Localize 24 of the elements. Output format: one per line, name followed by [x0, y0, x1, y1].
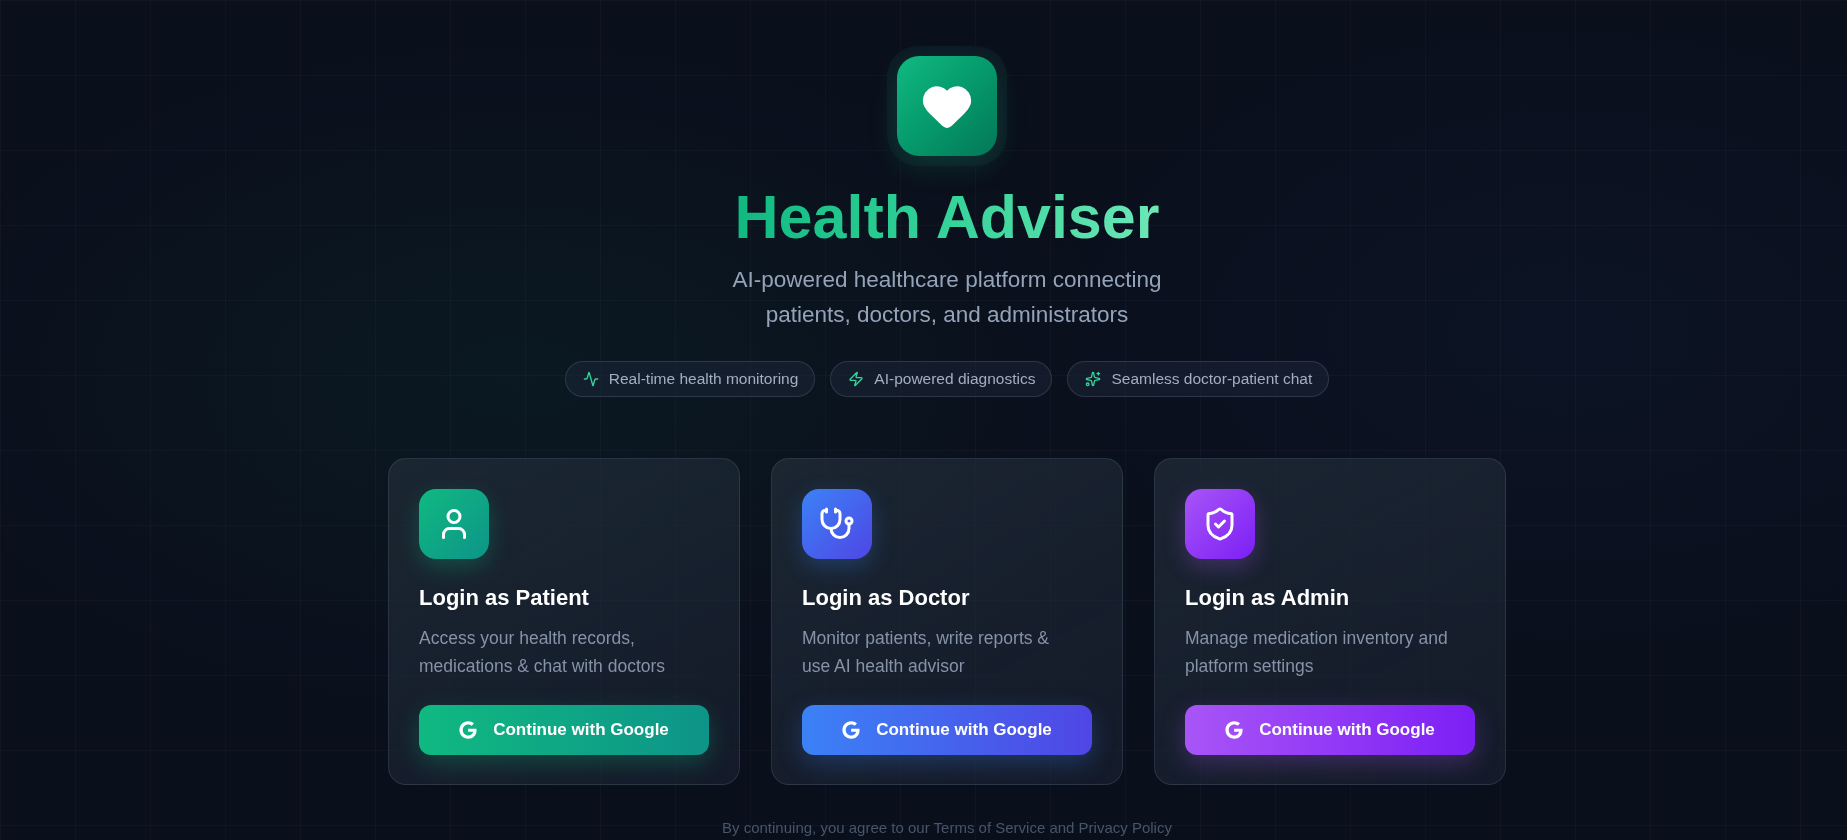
google-login-button[interactable]: Continue with Google	[802, 705, 1092, 755]
terms-notice: By continuing, you agree to our Terms of Service and Privacy Policy	[722, 819, 1172, 837]
card-title: Login as Doctor	[802, 584, 971, 612]
stethoscope-icon	[802, 489, 872, 559]
g-logo-icon	[842, 721, 861, 739]
google-login-button[interactable]: Continue with Google	[1185, 705, 1475, 755]
user-icon	[419, 489, 489, 559]
google-login-button[interactable]: Continue with Google	[419, 705, 709, 755]
shield-check-icon	[1185, 489, 1255, 559]
lightning-bolt-icon	[848, 371, 865, 387]
sparkles-icon	[1085, 371, 1102, 387]
card-title: Login as Patient	[419, 584, 590, 612]
app-subtitle: AI-powered healthcare platform connecting patients, doctors, and administrators	[731, 266, 1163, 329]
g-logo-icon	[459, 721, 478, 739]
feature-label: AI-powered diagnostics	[874, 370, 1036, 388]
g-logo-icon	[1225, 721, 1244, 739]
feature-label: Real-time health monitoring	[608, 370, 799, 388]
card-description: Monitor patients, write reports & use AI health advisor	[802, 627, 1051, 678]
card-description: Manage medication inventory and platform settings	[1185, 627, 1449, 678]
card-title: Login as Admin	[1185, 584, 1351, 612]
pulse-line-icon	[582, 371, 599, 387]
heart-logo-icon	[887, 46, 1007, 166]
card-description: Access your health records, medications & chat with doctors	[419, 627, 667, 678]
feature-label: Seamless doctor-patient chat	[1111, 370, 1313, 388]
